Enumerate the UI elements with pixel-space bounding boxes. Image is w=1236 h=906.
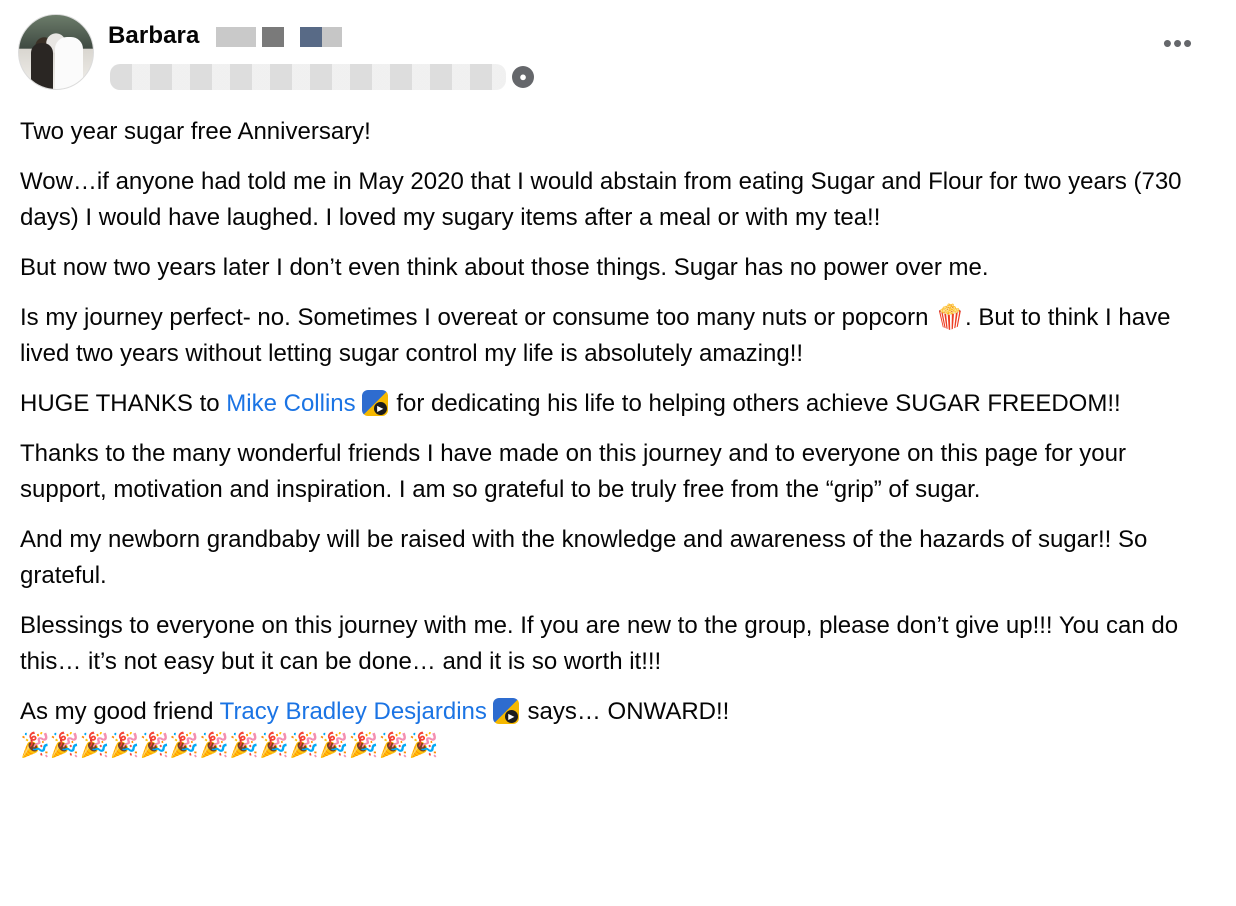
community-badge-icon	[492, 698, 519, 724]
redacted-post-meta	[110, 64, 506, 90]
post-text: HUGE THANKS to	[20, 390, 227, 417]
redacted-last-name	[300, 27, 322, 47]
post-paragraph: Thanks to the many wonderful friends I h…	[20, 440, 1126, 503]
post-header: Barbara ● •••	[18, 14, 1218, 98]
author-avatar[interactable]	[18, 14, 94, 90]
popcorn-emoji: 🍿	[935, 304, 965, 331]
avatar-figure-left	[31, 43, 53, 89]
post-text: for dedicating his life to helping other…	[389, 390, 1121, 417]
avatar-figure-right	[55, 37, 83, 89]
post-paragraph: But now two years later I don’t even thi…	[20, 254, 989, 281]
post-text: As my good friend	[20, 698, 220, 725]
group-icon[interactable]: ●	[512, 66, 534, 88]
redacted-last-name	[216, 27, 256, 47]
more-options-icon[interactable]: •••	[1160, 30, 1196, 60]
post-paragraph: Two year sugar free Anniversary!	[20, 118, 371, 145]
redacted-last-name	[262, 27, 284, 47]
community-badge-icon	[361, 390, 388, 416]
post-text: Is my journey perfect- no. Sometimes I o…	[20, 304, 936, 331]
author-name[interactable]: Barbara	[108, 22, 199, 50]
post-paragraph: Blessings to everyone on this journey wi…	[20, 612, 1179, 675]
post-paragraph: Wow…if anyone had told me in May 2020 th…	[20, 168, 1182, 231]
post-paragraph: And my newborn grandbaby will be raised …	[20, 526, 1148, 589]
post-paragraph: Is my journey perfect- no. Sometimes I o…	[20, 300, 1216, 372]
post-body: Two year sugar free Anniversary! Wow…if …	[20, 114, 1216, 762]
mention-link[interactable]: Mike Collins	[226, 390, 355, 417]
facebook-post: Barbara ● ••• Two year sugar free Annive…	[0, 0, 1236, 906]
post-paragraph: As my good friend Tracy Bradley Desjardi…	[20, 694, 1216, 730]
redacted-last-name	[322, 27, 342, 47]
post-paragraph: HUGE THANKS to Mike Collins for dedicati…	[20, 386, 1216, 422]
post-text: says… ONWARD!!	[520, 698, 730, 725]
mention-link[interactable]: Tracy Bradley Desjardins	[220, 698, 487, 725]
party-popper-emoji-row: 🎉🎉🎉🎉🎉🎉🎉🎉🎉🎉🎉🎉🎉🎉	[20, 732, 439, 759]
